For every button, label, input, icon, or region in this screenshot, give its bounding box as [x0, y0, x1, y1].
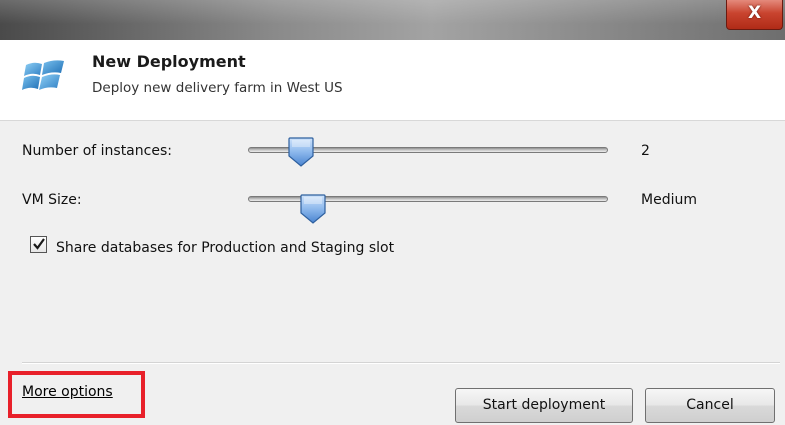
more-options-link[interactable]: More options: [22, 384, 113, 400]
vm-size-label: VM Size:: [22, 192, 82, 208]
start-deployment-button[interactable]: Start deployment: [455, 388, 633, 423]
deployment-dialog: X New Deployment Deploy new delivery far…: [0, 0, 785, 425]
close-button[interactable]: X: [726, 0, 783, 30]
dialog-title: New Deployment: [92, 52, 246, 71]
dialog-subtitle: Deploy new delivery farm in West US: [92, 80, 343, 96]
share-databases-label[interactable]: Share databases for Production and Stagi…: [56, 240, 394, 256]
close-icon[interactable]: X: [727, 3, 782, 23]
checkmark-icon: [33, 238, 45, 250]
instances-slider-thumb[interactable]: [288, 137, 314, 167]
windows-logo-icon: [22, 60, 64, 90]
share-databases-checkbox[interactable]: [30, 236, 47, 253]
instances-value: 2: [641, 143, 650, 159]
title-bar[interactable]: X: [0, 0, 785, 40]
cancel-button[interactable]: Cancel: [645, 388, 775, 423]
instances-label: Number of instances:: [22, 143, 172, 159]
vm-size-slider-thumb[interactable]: [300, 194, 326, 224]
vm-size-value: Medium: [641, 192, 697, 208]
